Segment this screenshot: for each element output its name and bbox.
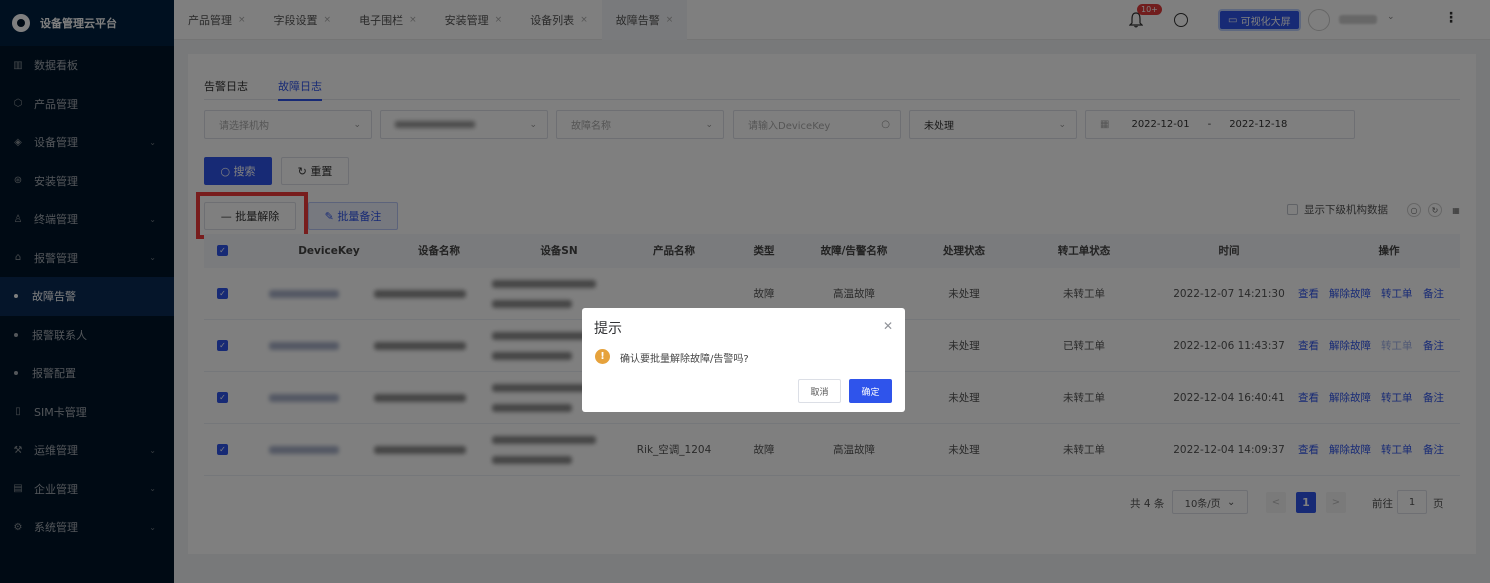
cancel-button[interactable]: 取消 (798, 379, 841, 403)
confirm-button[interactable]: 确定 (849, 379, 892, 403)
dialog-message: 确认要批量解除故障/告警吗? (620, 354, 749, 365)
close-icon[interactable]: ✕ (883, 319, 893, 333)
confirm-dialog: 提示 ✕ ! 确认要批量解除故障/告警吗? 取消 确定 (582, 308, 905, 412)
dialog-title: 提示 (594, 321, 622, 337)
warning-icon: ! (595, 349, 610, 364)
modal-overlay[interactable] (0, 0, 1490, 583)
